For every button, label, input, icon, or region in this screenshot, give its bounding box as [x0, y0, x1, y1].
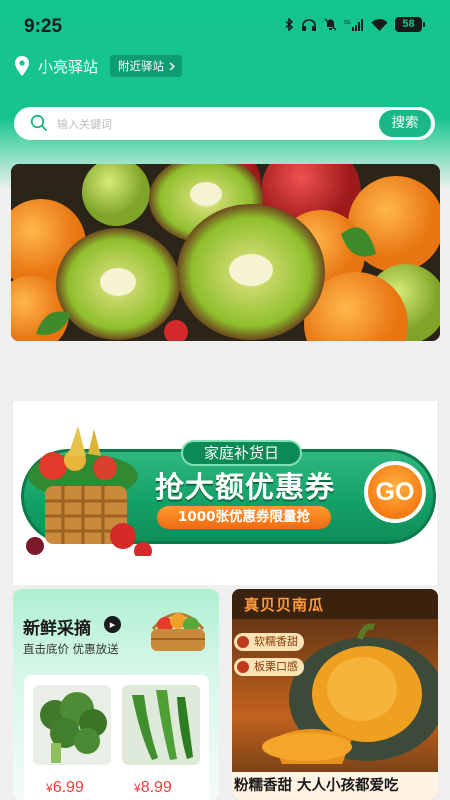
fresh-card-subtitle: 直击底价 优惠放送 [23, 642, 119, 656]
pumpkin-tag-1: 软糯香甜 [234, 633, 304, 651]
wifi-icon [371, 18, 388, 31]
broccoli-price: ¥6.99 [46, 779, 84, 796]
hero-banner[interactable] [11, 164, 440, 341]
chevron-right-icon [169, 62, 176, 70]
pumpkin-promo-card[interactable]: 真贝贝南瓜 软糯香甜 板栗口感 粉糯香甜 大人小孩都爱吃 [232, 589, 438, 800]
pumpkin-card-header: 真贝贝南瓜 [244, 596, 325, 614]
pumpkin-card-caption: 粉糯香甜 大人小孩都爱吃 [232, 772, 438, 800]
location-pin-icon [15, 56, 29, 76]
battery-icon: 58 [395, 17, 425, 32]
search-input[interactable]: 输入关键词 [57, 116, 112, 132]
vegetable-basket-image [26, 426, 152, 556]
status-icons: 5G 58 [285, 17, 425, 32]
fresh-card-title: 新鲜采摘 [23, 619, 91, 639]
location-row[interactable]: 小亮驿站 附近驿站 [14, 54, 183, 78]
green-pepper-image[interactable] [122, 685, 200, 765]
nearby-station-label: 附近驿站 [118, 59, 165, 73]
location-name: 小亮驿站 [38, 57, 99, 76]
go-button[interactable]: GO [364, 461, 426, 523]
promo-tag: 家庭补货日 [181, 440, 302, 466]
search-bar[interactable]: 输入关键词 搜索 [14, 107, 435, 140]
tag-dot-icon [237, 661, 249, 673]
pumpkin-tag-2: 板栗口感 [234, 658, 304, 676]
nearby-station-button[interactable]: 附近驿站 [110, 55, 183, 77]
headphones-icon [302, 18, 316, 31]
status-bar: 9:25 5G 58 [0, 0, 450, 52]
signal-icon: 5G [344, 18, 363, 31]
fresh-picking-card[interactable]: 新鲜采摘 ▸ 直击底价 优惠放送 ¥6.99 ¥8.99 [13, 589, 219, 800]
fresh-products-panel: ¥6.99 ¥8.99 [24, 675, 209, 800]
pumpkin-image [232, 589, 438, 764]
svg-text:5G: 5G [344, 20, 351, 26]
promo-title: 抢大额优惠券 [154, 470, 335, 504]
promo-subtitle: 1000张优惠券限量抢 [157, 506, 331, 529]
mute-icon [324, 18, 337, 31]
promo-banner[interactable]: 家庭补货日 抢大额优惠券 1000张优惠券限量抢 GO [13, 401, 437, 585]
search-icon [30, 114, 47, 131]
fruit-banner-image [11, 164, 440, 341]
broccoli-image[interactable] [33, 685, 111, 765]
green-pepper-price: ¥8.99 [134, 779, 172, 796]
tag-dot-icon [237, 636, 249, 648]
status-time: 9:25 [24, 16, 63, 37]
bluetooth-icon [285, 18, 294, 31]
search-button[interactable]: 搜索 [379, 110, 431, 137]
arrow-right-icon[interactable]: ▸ [104, 616, 121, 633]
fruit-basket-icon [151, 612, 205, 651]
